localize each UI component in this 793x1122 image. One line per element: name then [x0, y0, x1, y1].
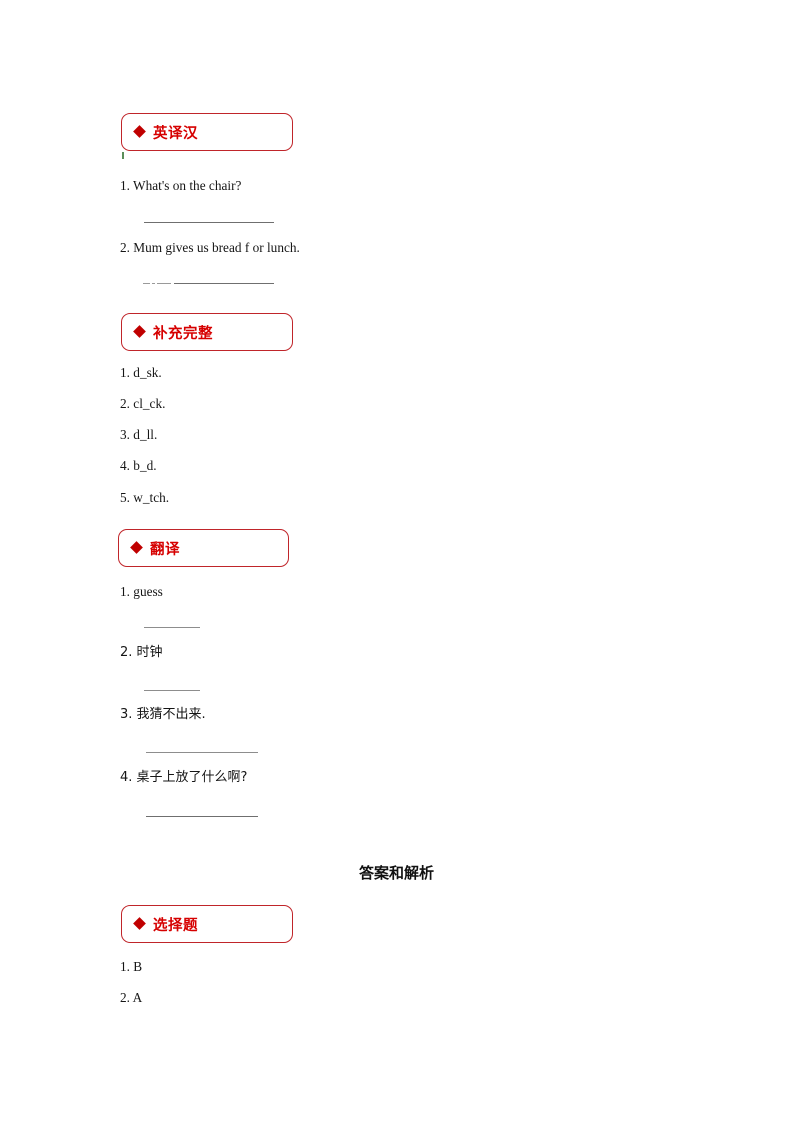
answer-blank-line — [143, 283, 275, 284]
answer-blank-line — [144, 690, 200, 691]
stray-ink-mark — [122, 152, 124, 159]
section-header-fill-complete: 补充完整 — [121, 313, 293, 351]
question-item: 1. guess — [120, 584, 163, 599]
diamond-icon — [130, 541, 143, 554]
answer-blank-line — [144, 627, 200, 628]
answer-item: 1. B — [120, 959, 143, 974]
question-item: 2. cl_ck. — [120, 396, 166, 411]
section-title-translate: 翻译 — [150, 541, 180, 558]
diamond-icon — [133, 125, 146, 138]
question-item: 2. Mum gives us bread f or lunch. — [120, 240, 300, 255]
question-item: 3. d_ll. — [120, 427, 158, 442]
section-header-translate: 翻译 — [118, 529, 289, 567]
section-title-fill-complete: 补充完整 — [153, 325, 213, 342]
question-item: 2. 时钟 — [120, 645, 163, 660]
diamond-icon — [133, 325, 146, 338]
answer-blank-line — [146, 816, 258, 817]
worksheet-page: 英译汉 1. What's on the chair? 2. Mum gives… — [0, 0, 793, 1122]
answer-blank-line — [144, 222, 274, 223]
section-header-multiple-choice-answers: 选择题 — [121, 905, 293, 943]
question-item: 3. 我猜不出来. — [120, 707, 206, 722]
section-title-multiple-choice-answers: 选择题 — [153, 917, 198, 934]
section-title-en-to-cn: 英译汉 — [153, 125, 198, 142]
question-item: 1. d_sk. — [120, 365, 162, 380]
answer-key-heading: 答案和解析 — [358, 864, 434, 882]
answer-item: 2. A — [120, 990, 143, 1005]
question-item: 4. 桌子上放了什么啊? — [120, 770, 248, 785]
question-item: 1. What's on the chair? — [120, 178, 242, 193]
answer-blank-line — [146, 752, 258, 753]
section-header-en-to-cn: 英译汉 — [121, 113, 293, 151]
question-item: 4. b_d. — [120, 458, 157, 473]
question-item: 5. w_tch. — [120, 490, 170, 505]
diamond-icon — [133, 917, 146, 930]
